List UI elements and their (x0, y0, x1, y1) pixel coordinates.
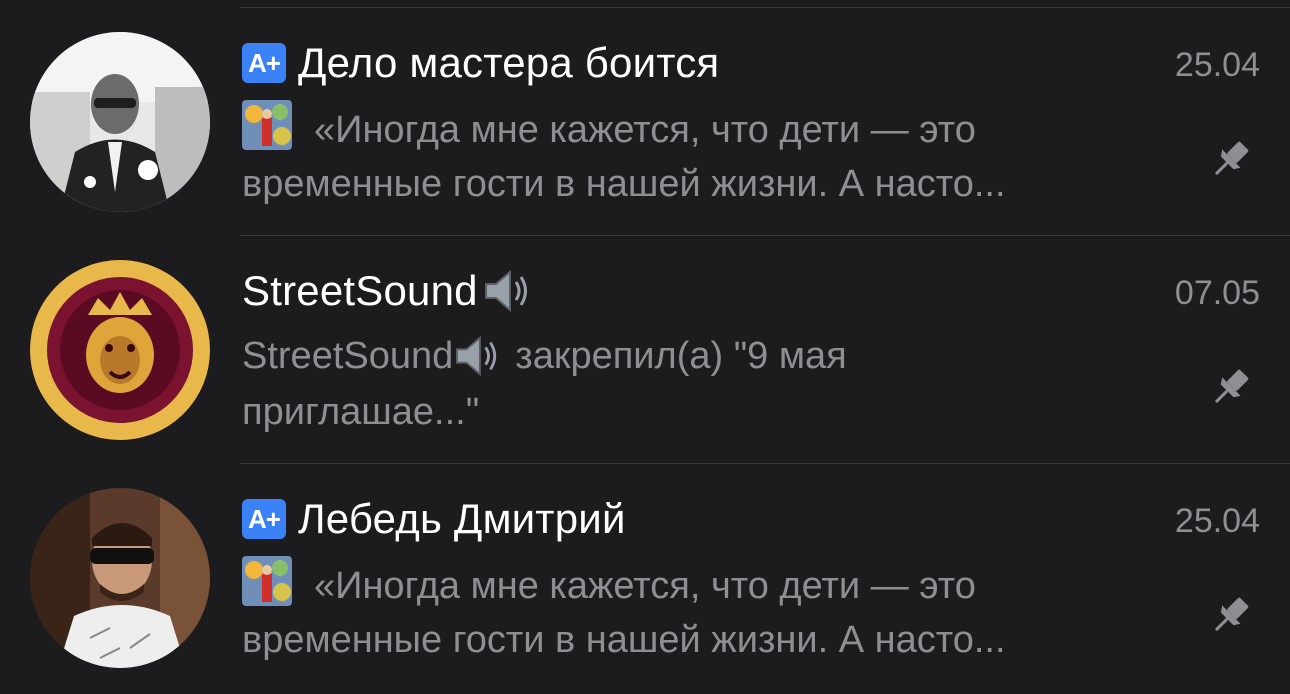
avatar (30, 32, 210, 212)
chat-date: 07.05 (1174, 274, 1260, 312)
pin-icon (1206, 364, 1254, 412)
chat-date: 25.04 (1174, 46, 1260, 84)
chat-name: Лебедь Дмитрий (298, 495, 626, 542)
preview-sender: StreetSound (242, 335, 454, 377)
preview-line: закрепил(а) "9 мая (515, 335, 847, 377)
chat-name: Дело мастера боится (298, 39, 720, 86)
avatar (30, 488, 210, 668)
chat-row[interactable]: A+ Дело мастера боится 25.04 «Иногда мне… (0, 8, 1290, 236)
message-preview: StreetSound закрепил(а) "9 мая приглашае… (242, 328, 1192, 440)
preview-line: «Иногда мне кажется, что дети — это (314, 565, 976, 607)
chat-name: StreetSound (242, 267, 478, 314)
pin-icon (1206, 136, 1254, 184)
thumbnail-image (242, 556, 292, 606)
preview-line: временные гости в нашей жизни. А насто..… (242, 619, 1006, 661)
streetsound-logo (30, 260, 210, 440)
message-preview: «Иногда мне кажется, что дети — это врем… (242, 556, 1192, 668)
chat-list: A+ Дело мастера боится 25.04 «Иногда мне… (0, 0, 1290, 694)
chat-date: 25.04 (1174, 502, 1260, 540)
preview-line: приглашае..." (242, 391, 480, 433)
message-preview: «Иногда мне кажется, что дети — это врем… (242, 100, 1192, 212)
app-badge-icon: A+ (242, 43, 286, 83)
app-badge-icon: A+ (242, 499, 286, 539)
speaker-emoji-icon (482, 268, 534, 314)
preview-line: «Иногда мне кажется, что дети — это (314, 109, 976, 151)
chat-row[interactable]: StreetSound 07.05 StreetSound закрепил(а… (0, 236, 1290, 464)
thumbnail-image (242, 100, 292, 150)
speaker-emoji-icon (453, 334, 503, 378)
pin-icon (1206, 592, 1254, 640)
preview-line: временные гости в нашей жизни. А насто..… (242, 163, 1006, 205)
chat-row[interactable]: A+ Лебедь Дмитрий 25.04 «Иногда мне каже… (0, 464, 1290, 692)
